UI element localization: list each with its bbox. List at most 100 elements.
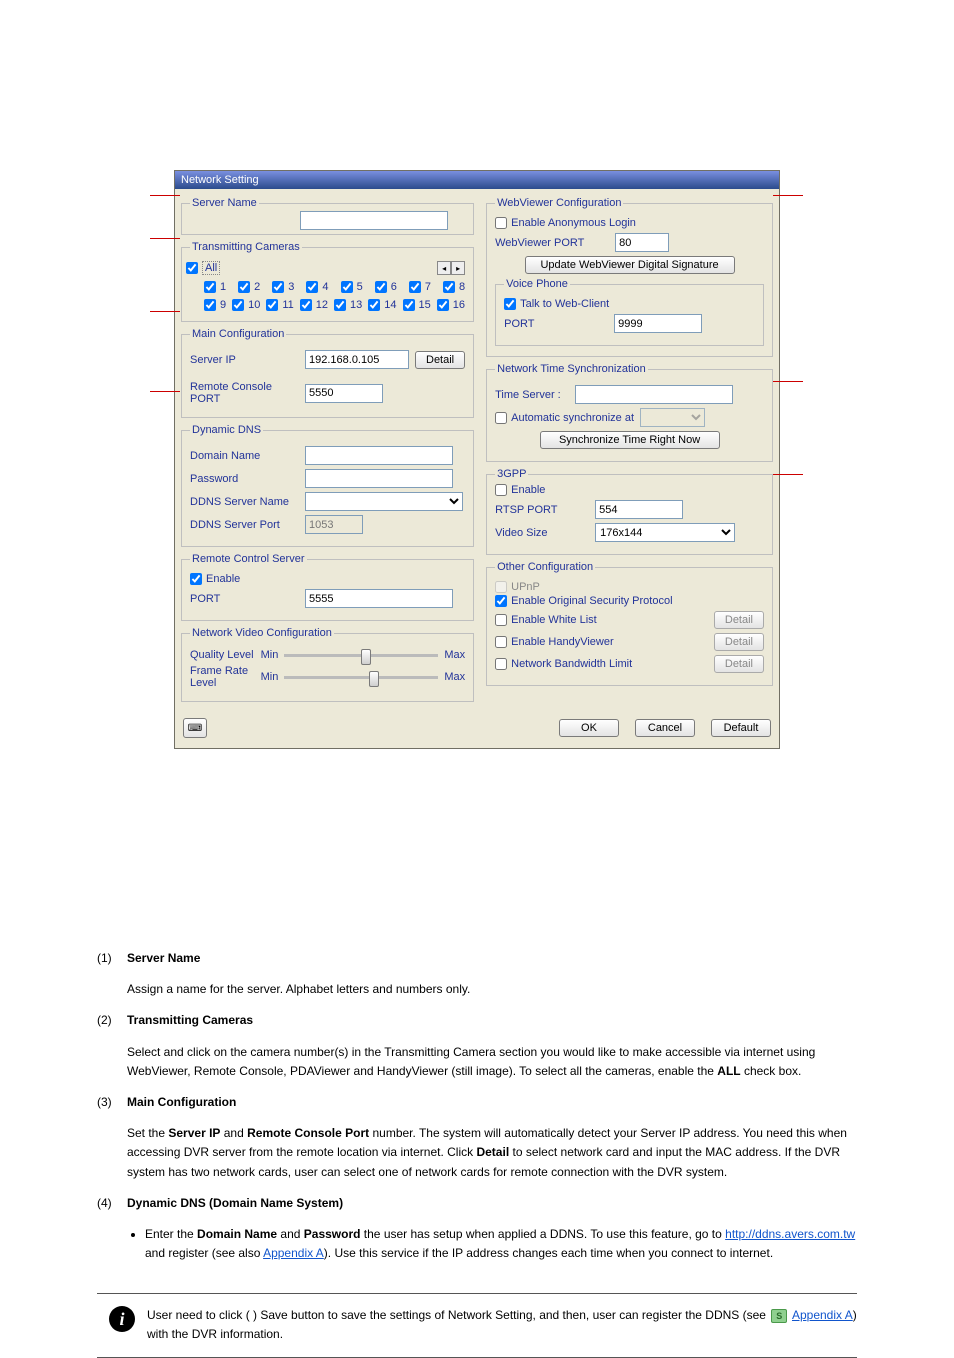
callout-line [150,195,180,196]
talk-to-web-client-checkbox[interactable]: Talk to Web-Client [504,298,741,310]
domain-name-input[interactable] [305,446,453,465]
save-icon: S [771,1309,787,1323]
synchronize-now-button[interactable]: Synchronize Time Right Now [540,431,720,449]
remote-console-port-label: Remote Console PORT [190,381,305,405]
camera-checkbox-15[interactable]: 15 [403,299,431,311]
three-gpp-enable-checkbox[interactable]: Enable [495,484,750,496]
camera-checkbox-9[interactable]: 9 [204,299,226,311]
ddns-password-label: Password [190,473,305,485]
main-configuration-group: Main Configuration Server IP Detail Remo… [181,328,474,418]
dialog-footer: ⌨ OK Cancel Default [175,710,779,748]
enable-handyviewer-checkbox[interactable]: Enable HandyViewer [495,636,614,648]
callout-line [773,474,803,475]
arrow-right-icon[interactable]: ▸ [451,261,465,275]
frame-rate-level-slider[interactable]: Min Max [261,671,466,683]
remote-control-enable-checkbox[interactable]: Enable [190,573,451,585]
frame-rate-level-label: Frame Rate Level [190,665,261,689]
camera-checkbox-1[interactable]: 1 [204,281,226,293]
server-name-legend: Server Name [190,197,259,209]
time-server-label: Time Server : [495,389,575,401]
enable-anon-login-checkbox[interactable]: Enable Anonymous Login [495,217,750,229]
server-name-group: Server Name [181,197,474,235]
dynamic-dns-group: Dynamic DNS Domain Name Password DDNS Se… [181,424,474,547]
camera-checkbox-5[interactable]: 5 [341,281,363,293]
camera-checkbox-10[interactable]: 10 [232,299,260,311]
ddns-password-input[interactable] [305,469,453,488]
dynamic-dns-legend: Dynamic DNS [190,424,263,436]
camera-checkbox-3[interactable]: 3 [272,281,294,293]
webviewer-port-input[interactable] [615,233,669,252]
ddns-server-port-label: DDNS Server Port [190,519,305,531]
video-size-select[interactable]: 176x144 [595,523,735,542]
ok-button[interactable]: OK [559,719,619,737]
rtsp-port-label: RTSP PORT [495,504,595,516]
callout-line [150,391,180,392]
camera-checkbox-11[interactable]: 11 [266,299,293,311]
default-button[interactable]: Default [711,719,771,737]
remote-control-server-legend: Remote Control Server [190,553,307,565]
rtsp-port-input[interactable] [595,500,683,519]
network-video-config-legend: Network Video Configuration [190,627,334,639]
original-security-protocol-checkbox[interactable]: Enable Original Security Protocol [495,595,750,607]
upnp-checkbox[interactable]: UPnP [495,581,750,593]
server-ip-detail-button[interactable]: Detail [415,351,465,369]
callout-line [150,311,180,312]
domain-name-label: Domain Name [190,450,305,462]
bandwidth-detail-button: Detail [714,655,764,673]
camera-checkbox-8[interactable]: 8 [443,281,465,293]
voice-phone-group: Voice Phone Talk to Web-Client PORT [495,278,764,346]
remote-console-port-input[interactable] [305,384,383,403]
update-digital-signature-button[interactable]: Update WebViewer Digital Signature [525,256,735,274]
three-gpp-legend: 3GPP [495,468,528,480]
ddns-url-link[interactable]: http://ddns.avers.com.tw [725,1227,855,1241]
time-server-input[interactable] [575,385,733,404]
voice-phone-legend: Voice Phone [504,278,570,290]
camera-checkbox-13[interactable]: 13 [334,299,362,311]
other-config-group: Other Configuration UPnP Enable Original… [486,561,773,686]
ddns-server-name-label: DDNS Server Name [190,496,305,508]
callout-line [150,238,180,239]
appendix-a-link-note[interactable]: Appendix A [792,1308,853,1322]
voice-phone-port-label: PORT [504,318,614,330]
dialog-title: Network Setting [175,171,779,189]
three-gpp-group: 3GPP Enable RTSP PORT Video Size 176x144 [486,468,773,555]
webviewer-port-label: WebViewer PORT [495,237,615,249]
info-note: i User need to click ( ) Save button to … [97,1293,857,1357]
arrow-left-icon[interactable]: ◂ [437,261,451,275]
description-text: (1)Server Name Assign a name for the ser… [97,949,857,1358]
ddns-server-port-input[interactable] [305,515,363,534]
remote-control-port-input[interactable] [305,589,453,608]
auto-sync-checkbox[interactable]: Automatic synchronize at [495,412,634,424]
camera-checkbox-6[interactable]: 6 [375,281,397,293]
callout-line [773,195,803,196]
voice-phone-port-input[interactable] [614,314,702,333]
webviewer-config-group: WebViewer Configuration Enable Anonymous… [486,197,773,357]
network-bandwidth-limit-checkbox[interactable]: Network Bandwidth Limit [495,658,632,670]
camera-checkbox-2[interactable]: 2 [238,281,260,293]
white-list-detail-button: Detail [714,611,764,629]
info-icon: i [109,1306,135,1332]
cancel-button[interactable]: Cancel [635,719,695,737]
camera-checkbox-14[interactable]: 14 [368,299,396,311]
ddns-server-name-select[interactable] [305,492,463,511]
enable-white-list-checkbox[interactable]: Enable White List [495,614,597,626]
other-config-legend: Other Configuration [495,561,595,573]
camera-checkbox-12[interactable]: 12 [300,299,328,311]
camera-scroll-arrows[interactable]: ◂▸ [437,261,465,275]
cameras-all-checkbox[interactable]: All [186,261,220,275]
server-name-input[interactable] [300,211,448,230]
callout-line [773,381,803,382]
quality-level-slider[interactable]: Min Max [261,649,466,661]
keyboard-icon[interactable]: ⌨ [183,718,207,738]
camera-checkbox-4[interactable]: 4 [306,281,328,293]
network-video-config-group: Network Video Configuration Quality Leve… [181,627,474,702]
camera-checkbox-16[interactable]: 16 [437,299,465,311]
server-ip-input[interactable] [305,350,409,369]
appendix-a-link[interactable]: Appendix A [263,1246,324,1260]
main-configuration-legend: Main Configuration [190,328,286,340]
server-ip-label: Server IP [190,354,305,366]
transmitting-cameras-group: Transmitting Cameras All ◂▸ 1 2 3 4 [181,241,474,322]
quality-level-label: Quality Level [190,649,261,661]
camera-checkbox-7[interactable]: 7 [409,281,431,293]
network-time-sync-group: Network Time Synchronization Time Server… [486,363,773,462]
